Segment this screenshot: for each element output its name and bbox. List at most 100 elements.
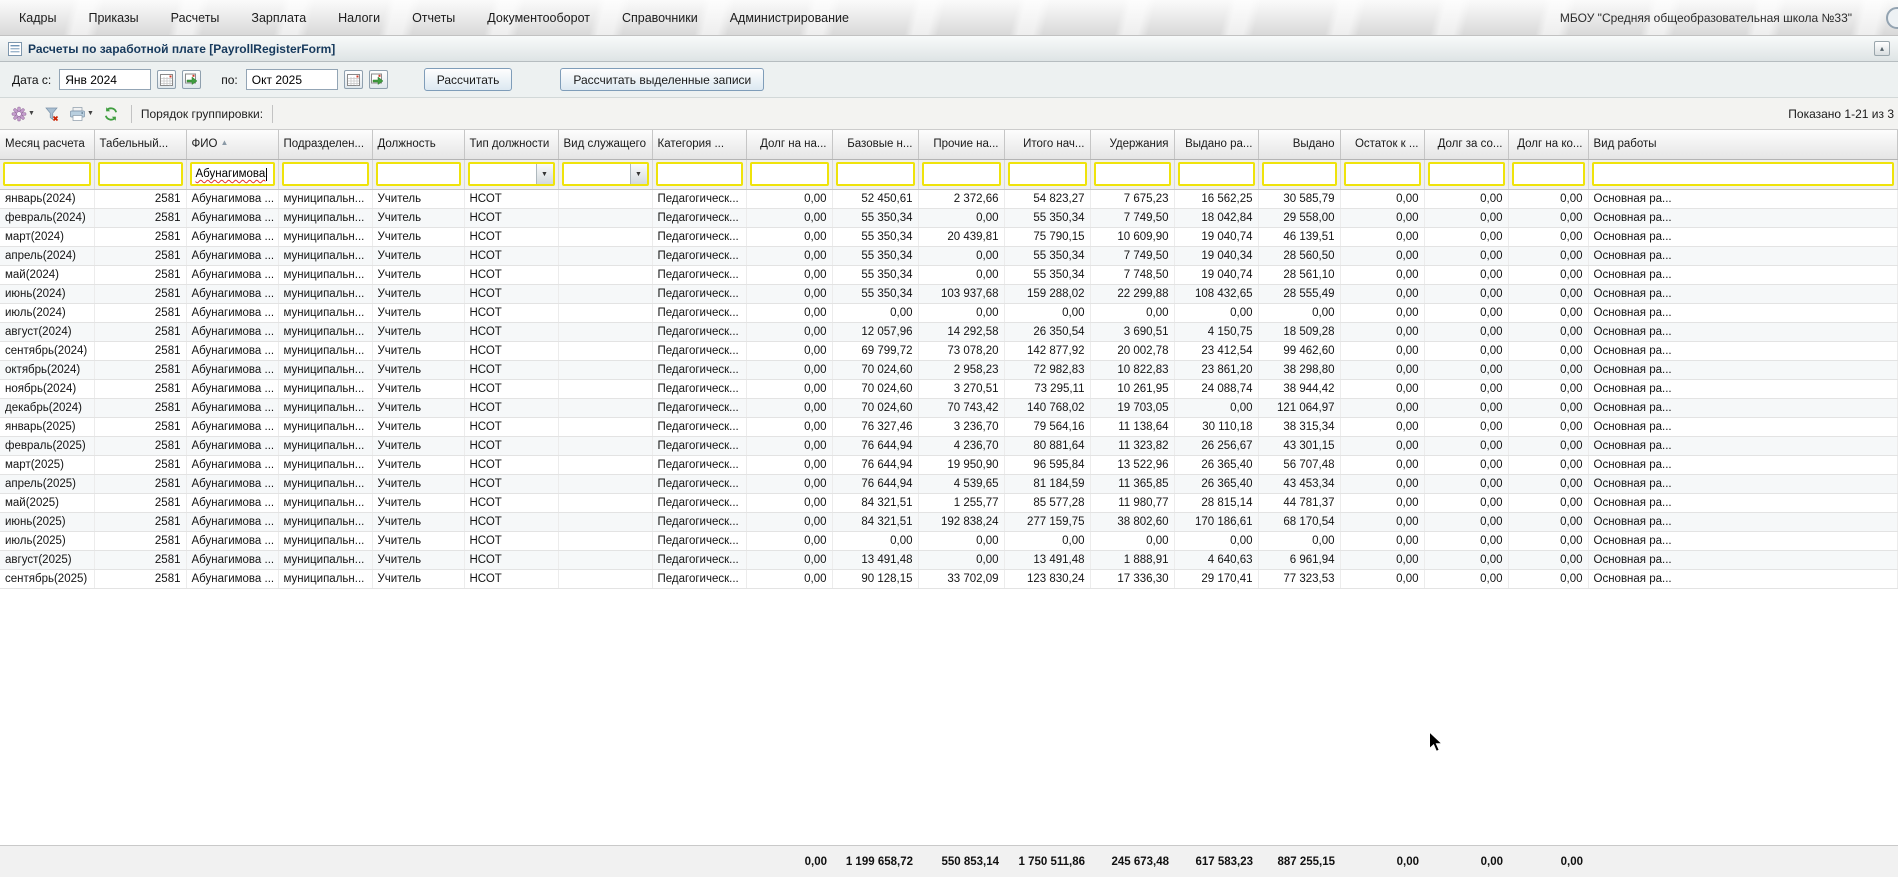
cell[interactable]: 2581 [94,208,186,227]
cell[interactable]: Основная ра... [1588,379,1898,398]
filter-input-16[interactable] [1346,164,1419,184]
cell[interactable]: 28 560,50 [1258,246,1340,265]
cell[interactable]: НСОТ [464,208,558,227]
cell[interactable]: 19 703,05 [1090,398,1174,417]
cell[interactable]: 2581 [94,189,186,208]
cell[interactable]: 10 261,95 [1090,379,1174,398]
column-header-1[interactable]: Месяц расчета [0,130,94,159]
table-row[interactable]: февраль(2024)2581Абунагимова ...муниципа… [0,208,1898,227]
cell[interactable]: 76 644,94 [832,455,918,474]
cell[interactable]: Педагогическ... [652,189,746,208]
cell[interactable]: июнь(2025) [0,512,94,531]
cell[interactable]: Учитель [372,322,464,341]
cell[interactable]: 10 822,83 [1090,360,1174,379]
column-header-5[interactable]: Должность [372,130,464,159]
cell[interactable]: Абунагимова ... [186,265,278,284]
cell[interactable]: НСОТ [464,417,558,436]
cell[interactable]: Педагогическ... [652,398,746,417]
cell[interactable]: Учитель [372,246,464,265]
filter-input-12[interactable] [1010,164,1085,184]
cell[interactable]: Педагогическ... [652,265,746,284]
cell[interactable]: Абунагимова ... [186,474,278,493]
column-header-7[interactable]: Вид служащего [558,130,652,159]
column-header-18[interactable]: Долг на ко... [1508,130,1588,159]
cell[interactable]: Педагогическ... [652,341,746,360]
cell[interactable]: 0,00 [1508,265,1588,284]
cell[interactable]: 0,00 [1508,360,1588,379]
cell[interactable]: 3 270,51 [918,379,1004,398]
cell[interactable]: Учитель [372,284,464,303]
cell[interactable]: 0,00 [746,379,832,398]
cell[interactable]: Педагогическ... [652,531,746,550]
table-row[interactable]: сентябрь(2025)2581Абунагимова ...муницип… [0,569,1898,588]
table-row[interactable]: апрель(2025)2581Абунагимова ...муниципал… [0,474,1898,493]
column-header-2[interactable]: Табельный... [94,130,186,159]
cell[interactable]: 140 768,02 [1004,398,1090,417]
cell[interactable]: 11 138,64 [1090,417,1174,436]
cell[interactable]: 76 327,46 [832,417,918,436]
cell[interactable]: 0,00 [1508,303,1588,322]
cell[interactable]: Основная ра... [1588,455,1898,474]
user-icon[interactable] [1886,7,1898,29]
chevron-down-icon[interactable]: ▼ [536,164,553,184]
cell[interactable]: Педагогическ... [652,436,746,455]
cell[interactable]: 1 255,77 [918,493,1004,512]
cell[interactable]: июнь(2024) [0,284,94,303]
cell[interactable]: Основная ра... [1588,436,1898,455]
cell[interactable]: Абунагимова ... [186,379,278,398]
table-row[interactable]: май(2025)2581Абунагимова ...муниципальн.… [0,493,1898,512]
cell[interactable]: июль(2025) [0,531,94,550]
table-row[interactable]: июнь(2024)2581Абунагимова ...муниципальн… [0,284,1898,303]
cell[interactable]: 33 702,09 [918,569,1004,588]
column-header-11[interactable]: Прочие на... [918,130,1004,159]
cell[interactable]: НСОТ [464,322,558,341]
cell[interactable]: Педагогическ... [652,550,746,569]
cell[interactable]: Учитель [372,208,464,227]
cell[interactable]: 2581 [94,227,186,246]
cell[interactable]: Учитель [372,493,464,512]
cell[interactable]: 30 110,18 [1174,417,1258,436]
cell[interactable]: 0,00 [1508,227,1588,246]
cell[interactable]: 0,00 [1340,512,1424,531]
cell[interactable]: 2581 [94,531,186,550]
cell[interactable]: Педагогическ... [652,569,746,588]
table-row[interactable]: июль(2025)2581Абунагимова ...муниципальн… [0,531,1898,550]
cell[interactable]: 0,00 [1424,303,1508,322]
menu-kadry[interactable]: Кадры [18,9,57,27]
cell[interactable]: 0,00 [746,569,832,588]
cell[interactable]: 55 350,34 [1004,208,1090,227]
cell[interactable]: 17 336,30 [1090,569,1174,588]
cell[interactable]: июль(2024) [0,303,94,322]
date-from-input[interactable] [59,69,151,90]
menu-prikazy[interactable]: Приказы [87,9,139,27]
cell[interactable] [558,322,652,341]
cell[interactable]: 2581 [94,417,186,436]
cell[interactable]: 0,00 [746,550,832,569]
cell[interactable]: 2 958,23 [918,360,1004,379]
cell[interactable]: 2 372,66 [918,189,1004,208]
cell[interactable]: НСОТ [464,531,558,550]
cell[interactable]: 2581 [94,284,186,303]
cell[interactable]: Учитель [372,417,464,436]
cell[interactable]: муниципальн... [278,474,372,493]
cell[interactable]: НСОТ [464,379,558,398]
cell[interactable]: 13 522,96 [1090,455,1174,474]
cell[interactable]: муниципальн... [278,436,372,455]
table-row[interactable]: октябрь(2024)2581Абунагимова ...муниципа… [0,360,1898,379]
cell[interactable]: 0,00 [918,303,1004,322]
cell[interactable]: октябрь(2024) [0,360,94,379]
cell[interactable]: апрель(2025) [0,474,94,493]
cell[interactable]: 2581 [94,265,186,284]
cell[interactable]: Абунагимова ... [186,303,278,322]
cell[interactable]: 2581 [94,455,186,474]
cell[interactable]: 7 749,50 [1090,208,1174,227]
cell[interactable]: 0,00 [1424,189,1508,208]
cell[interactable]: 70 024,60 [832,379,918,398]
table-row[interactable]: март(2025)2581Абунагимова ...муниципальн… [0,455,1898,474]
cell[interactable]: НСОТ [464,360,558,379]
cell[interactable]: 0,00 [1508,569,1588,588]
column-header-17[interactable]: Долг за со... [1424,130,1508,159]
cell[interactable]: 192 838,24 [918,512,1004,531]
cell[interactable]: Учитель [372,569,464,588]
table-row[interactable]: август(2024)2581Абунагимова ...муниципал… [0,322,1898,341]
